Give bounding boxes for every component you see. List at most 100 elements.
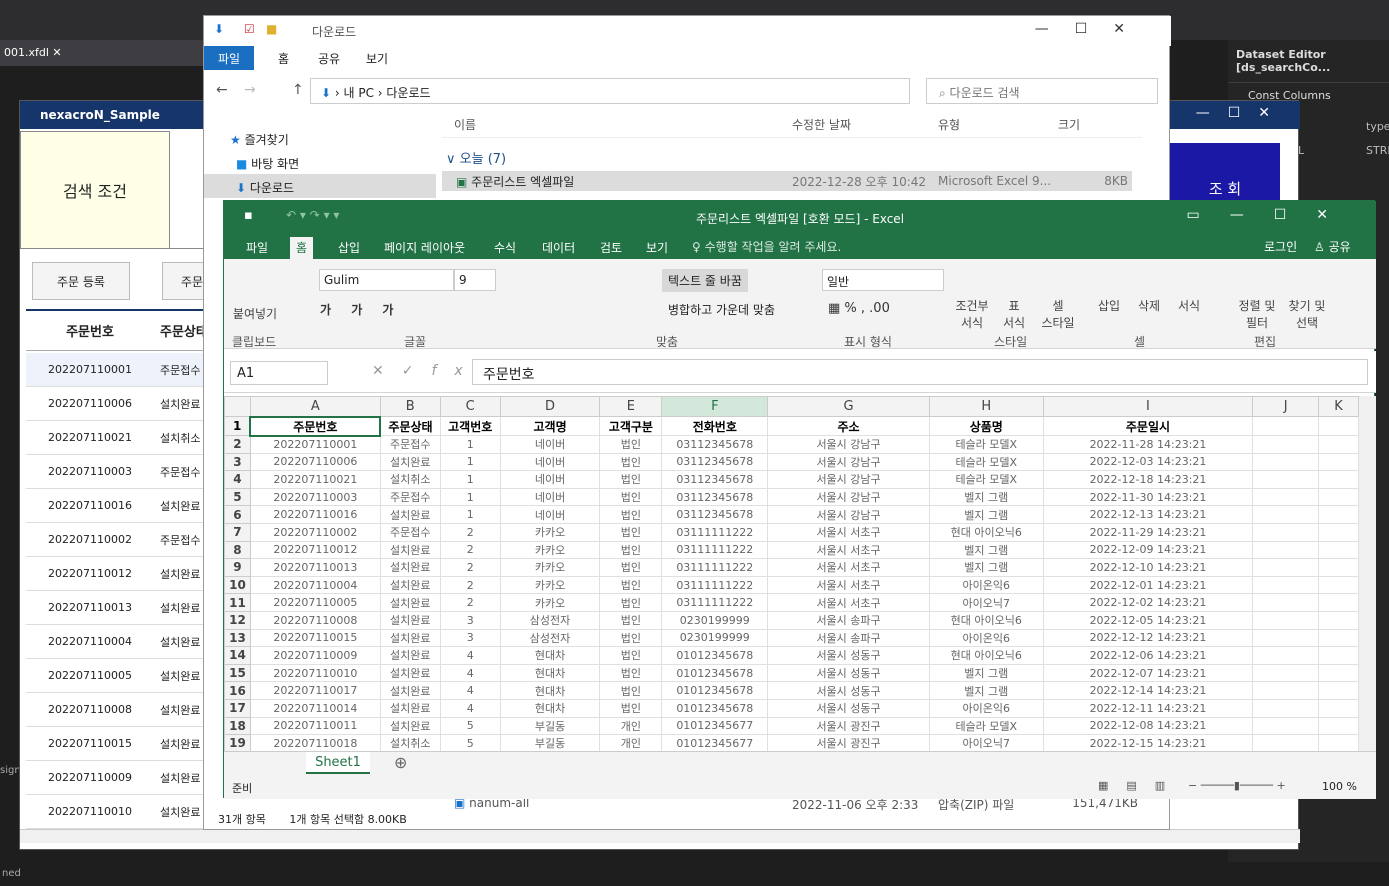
table-row[interactable]: 202207110021 설치취소 [26,421,226,455]
cell[interactable]: 주소 [767,416,930,436]
empty-cell[interactable] [1318,575,1359,595]
row-number[interactable]: 19 [224,734,251,751]
excel-tab-6[interactable]: 검토 [594,237,628,258]
cell[interactable]: 법인 [599,698,663,718]
find-select-button[interactable]: 찾기 및 선택 [1282,297,1332,331]
cell[interactable]: 법인 [599,646,663,665]
name-box[interactable]: A1 [230,361,328,385]
cell[interactable]: 서울시 강남구 [767,452,930,472]
empty-cell[interactable] [1252,487,1320,507]
column-header[interactable]: G [767,396,930,417]
cell[interactable]: 2022-12-09 14:23:21 [1042,540,1254,560]
cell[interactable]: 개인 [599,734,663,751]
forward-icon[interactable]: → [244,82,256,98]
cell[interactable]: 설치취소 [379,734,441,751]
cell[interactable]: 202207110005 [249,593,381,612]
cell[interactable]: 5 [439,716,501,736]
empty-cell[interactable] [1318,646,1359,665]
row-number[interactable]: 11 [224,593,251,612]
h-scrollbar[interactable] [20,829,1300,843]
format-button[interactable]: 서식 [1172,297,1206,314]
nav-item-2[interactable]: ⬇ 다운로드 [204,174,436,198]
cell[interactable]: 2022-12-14 14:23:21 [1042,681,1254,700]
cell[interactable]: 서울시 광진구 [767,734,930,751]
cell[interactable]: 202207110016 [249,505,381,524]
table-row[interactable]: 202207110002 주문접수 [26,523,226,557]
cell[interactable]: 벨지 그램 [928,487,1044,507]
up-icon[interactable]: ↑ [292,82,304,98]
table-row[interactable]: 202207110010 설치완료 [26,795,226,829]
cell[interactable]: 전화번호 [661,416,769,436]
cell[interactable]: 현대차 [499,663,601,683]
empty-cell[interactable] [1318,487,1359,507]
cell[interactable]: 카카오 [499,593,601,612]
cell[interactable]: 4 [439,681,501,700]
empty-cell[interactable] [1252,470,1320,489]
empty-cell[interactable] [1318,663,1359,683]
excel-tab-4[interactable]: 수식 [488,237,522,258]
column-header[interactable]: K [1318,396,1359,417]
column-header[interactable]: H [928,396,1044,417]
cell[interactable]: 네이버 [499,452,601,472]
row-number[interactable]: 1 [224,416,251,436]
cell[interactable]: 부길동 [499,716,601,736]
row-number[interactable]: 7 [224,522,251,542]
cell[interactable]: 법인 [599,681,663,700]
cell[interactable]: 03111111222 [661,558,769,577]
formula-icons[interactable]: ✕✓fx [372,363,481,379]
cell[interactable]: 현대 아이오닉6 [928,646,1044,665]
cell[interactable]: 주문일시 [1042,416,1254,436]
view-icons[interactable]: ▦▤▥ [1098,779,1183,792]
empty-cell[interactable] [1318,558,1359,577]
explorer-tab-2[interactable]: 공유 [304,46,354,70]
col-type[interactable]: 유형 [938,116,1058,133]
cell[interactable]: 2 [439,522,501,542]
empty-cell[interactable] [1252,505,1320,524]
empty-cell[interactable] [1252,646,1320,665]
cell[interactable]: 아이오닉7 [928,593,1044,612]
back-icon[interactable]: ← [216,82,228,98]
cell[interactable]: 2 [439,558,501,577]
cell[interactable]: 202207110006 [249,452,381,472]
cell[interactable]: 서울시 성동구 [767,698,930,718]
cell[interactable]: 서울시 강남구 [767,487,930,507]
cell[interactable]: 주문상태 [379,416,441,436]
cell[interactable]: 법인 [599,628,663,648]
cell[interactable]: 4 [439,646,501,665]
cell[interactable]: 카카오 [499,522,601,542]
table-row[interactable]: 202207110009 설치완료 [26,761,226,795]
cell[interactable]: 2022-12-03 14:23:21 [1042,452,1254,472]
cell[interactable]: 2022-11-29 14:23:21 [1042,522,1254,542]
cell[interactable]: 설치완료 [379,698,441,718]
empty-cell[interactable] [1318,522,1359,542]
empty-cell[interactable] [1252,734,1320,751]
cell[interactable]: 서울시 강남구 [767,470,930,489]
cell[interactable]: 1 [439,452,501,472]
cell[interactable]: 설치완료 [379,681,441,700]
cell[interactable]: 202207110018 [249,734,381,751]
cell[interactable]: 서울시 성동구 [767,663,930,683]
add-sheet-icon[interactable]: ⊕ [394,753,407,772]
empty-cell[interactable] [1318,540,1359,560]
cell[interactable]: 주문접수 [379,522,441,542]
cell[interactable]: 법인 [599,540,663,560]
cell[interactable]: 4 [439,698,501,718]
cell[interactable]: 설치완료 [379,558,441,577]
column-header[interactable]: J [1252,396,1320,417]
cell[interactable]: 개인 [599,716,663,736]
cell[interactable]: 카카오 [499,540,601,560]
cell[interactable]: 아이오닉7 [928,734,1044,751]
cell[interactable]: 202207110013 [249,558,381,577]
cell[interactable]: 2 [439,593,501,612]
paste-button[interactable]: 붙여넣기 [230,305,280,322]
cell[interactable]: 테슬라 모델X [928,716,1044,736]
empty-cell[interactable] [1318,698,1359,718]
sheet1-tab[interactable]: Sheet1 [306,752,370,774]
cell[interactable]: 네이버 [499,487,601,507]
explorer-controls[interactable]: —☐✕ [1035,21,1151,37]
cell[interactable]: 01012345678 [661,663,769,683]
empty-cell[interactable] [1252,435,1320,454]
cell[interactable]: 법인 [599,558,663,577]
bold-italic-underline[interactable]: 가 가 가 [320,301,401,318]
cell[interactable]: 고객명 [499,416,601,436]
